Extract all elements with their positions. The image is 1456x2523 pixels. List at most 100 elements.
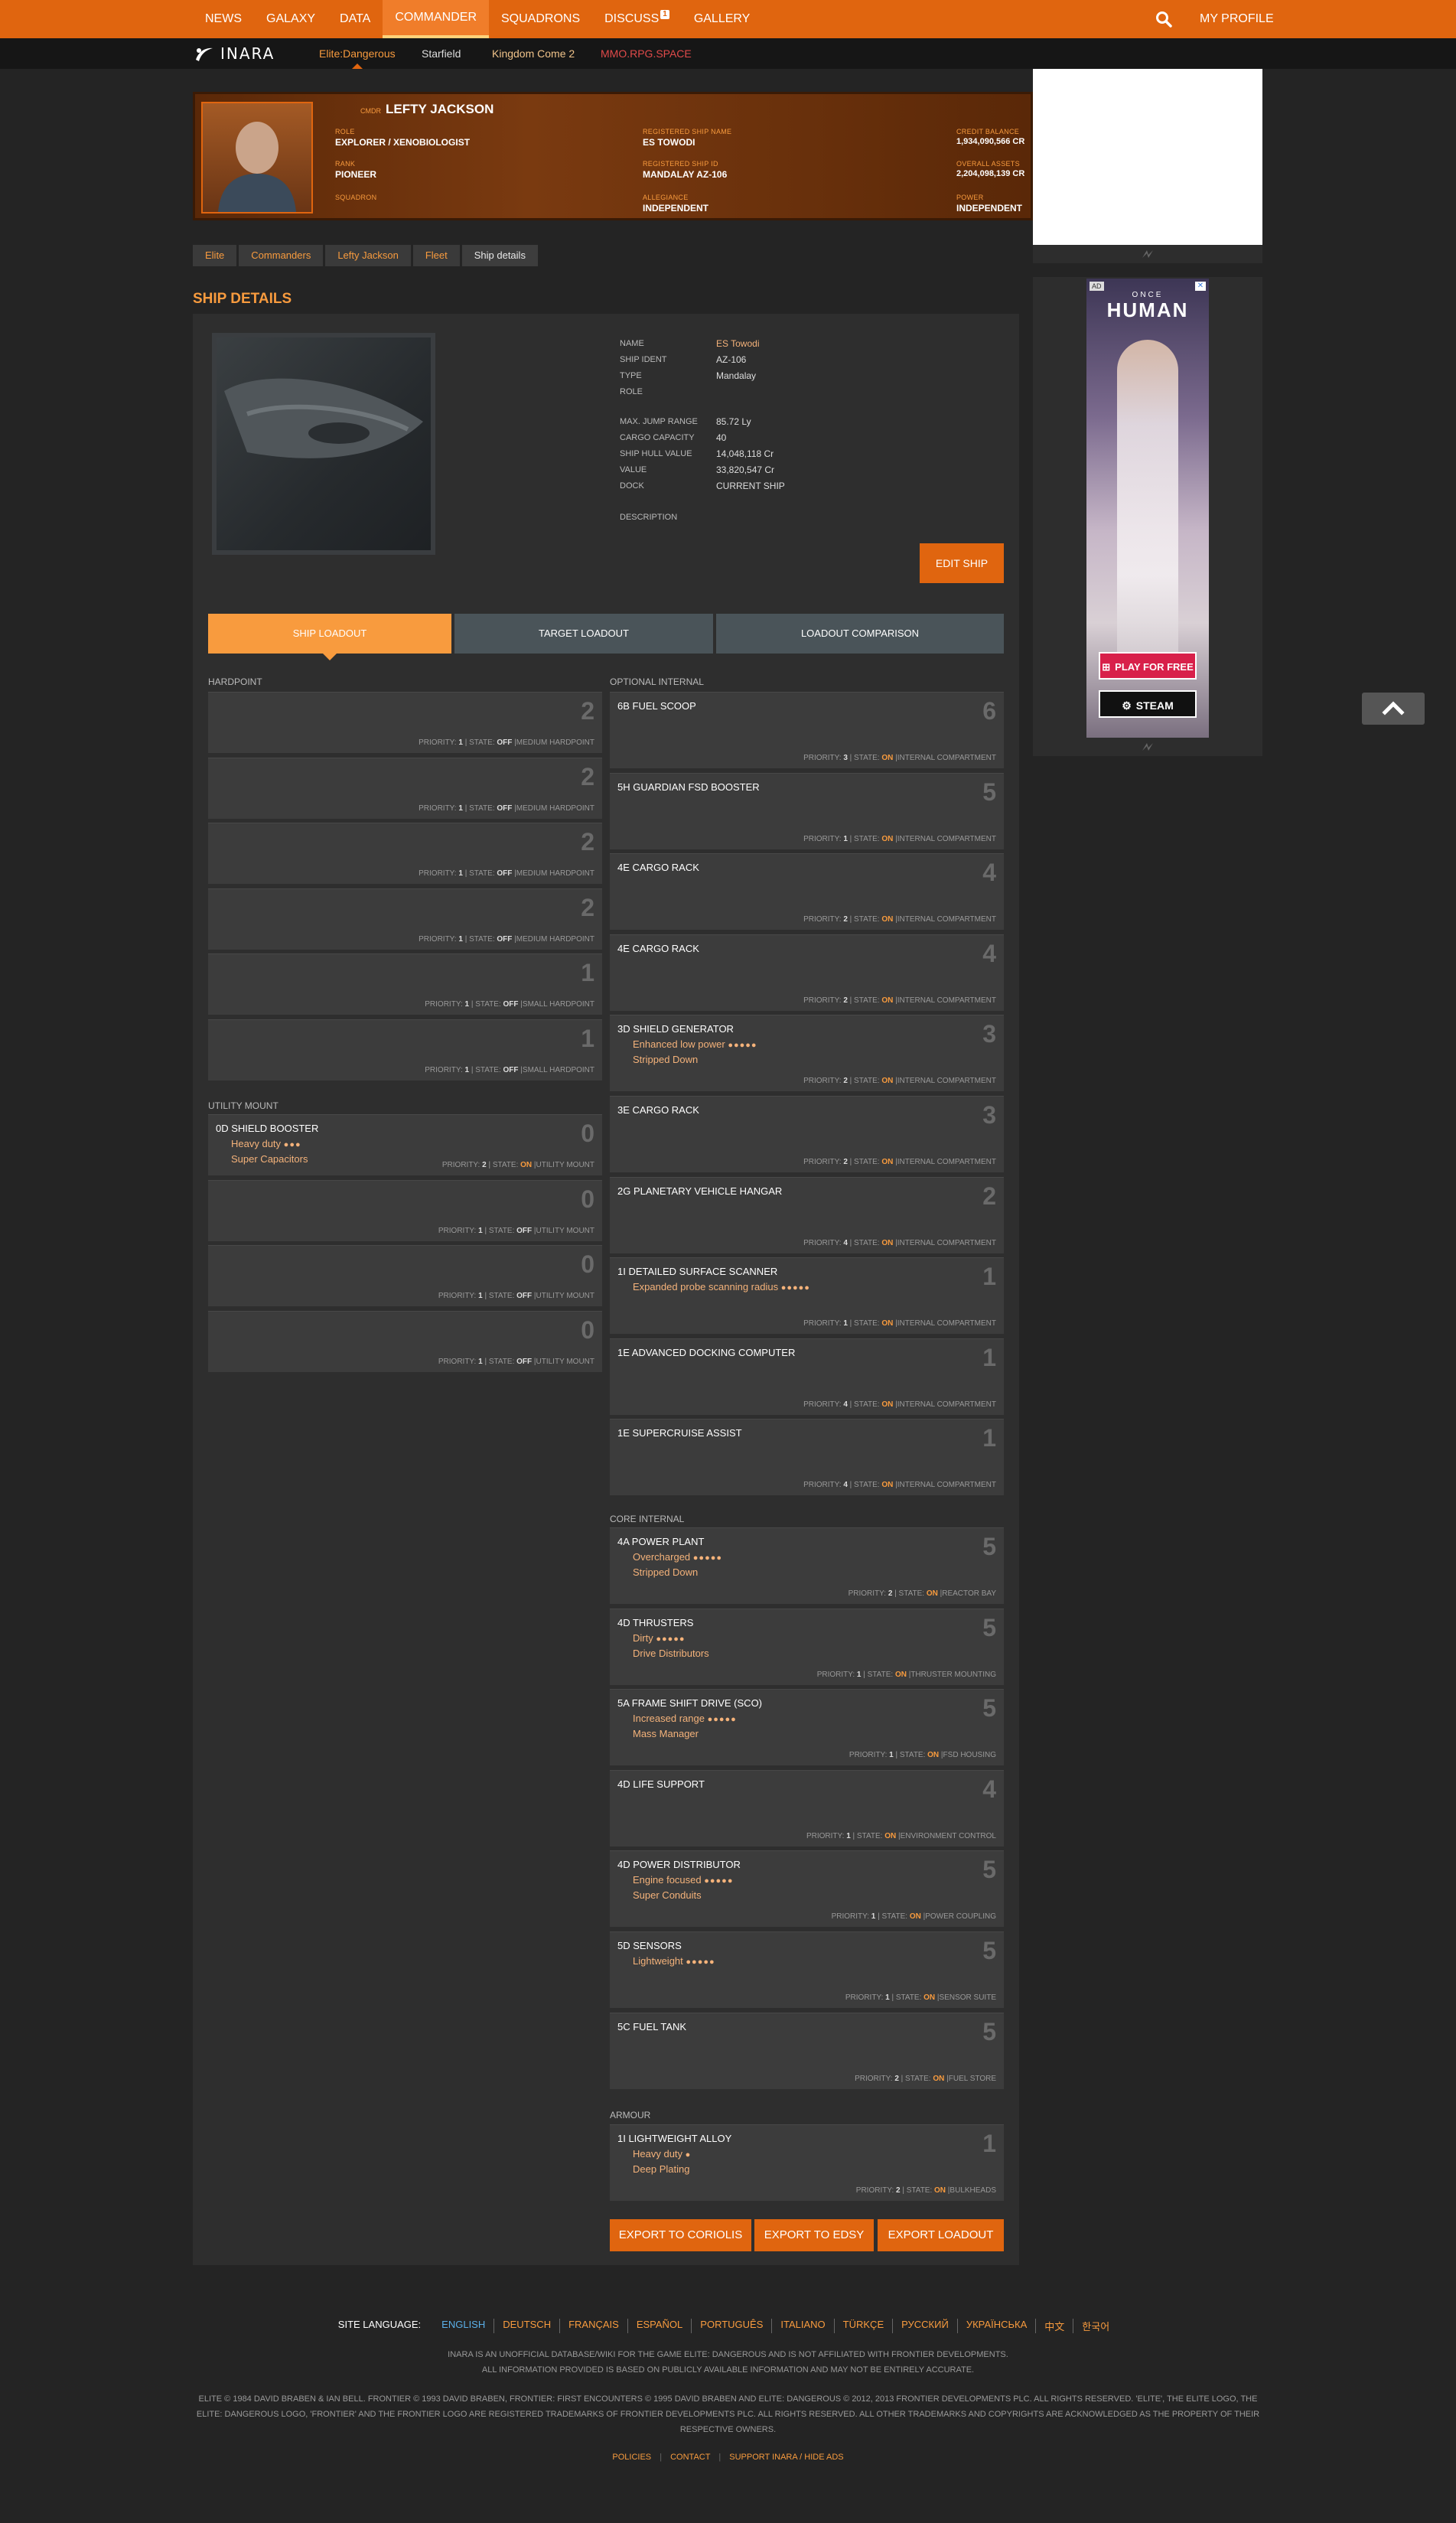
export-coriolis-button[interactable]: EXPORT TO CORIOLIS (610, 2219, 751, 2251)
ad-steam-button[interactable]: ⚙ STEAM (1099, 690, 1197, 718)
game-tab-elite[interactable]: Elite:Dangerous (319, 38, 396, 69)
hardpoints-slot[interactable]: 2 PRIORITY: 1 | STATE: OFF |MEDIUM HARDPO… (208, 757, 602, 819)
optional-slot[interactable]: 4E CARGO RACK 4 PRIORITY: 2 | STATE: ON |I… (610, 853, 1004, 931)
optional-slot[interactable]: 5H GUARDIAN FSD BOOSTER 5 PRIORITY: 1 | ST… (610, 772, 1004, 849)
ad-play-button[interactable]: ⊞ PLAY FOR FREE (1099, 652, 1197, 680)
breadcrumb-commander[interactable]: Lefty Jackson (325, 245, 411, 266)
footer-link-contact[interactable]: CONTACT (670, 2453, 710, 2462)
slot-size: 1 (982, 1263, 996, 1291)
language-option[interactable]: FRANÇAIS (559, 2319, 627, 2333)
armour-slot[interactable]: 1I LIGHTWEIGHT ALLOY 1 Heavy duty ● Deep Pl… (610, 2124, 1004, 2201)
optional-slot[interactable]: 4E CARGO RACK 4 PRIORITY: 2 | STATE: ON |I… (610, 934, 1004, 1011)
game-tab-kingdom-come[interactable]: Kingdom Come 2 (492, 38, 575, 69)
commander-name: CMDR LEFTY JACKSON (360, 102, 493, 117)
disclaimer: INARA IS AN UNOFFICIAL DATABASE/WIKI FOR… (0, 2347, 1456, 2378)
export-edsy-button[interactable]: EXPORT TO EDSY (754, 2219, 874, 2251)
priority-value: 1 (871, 1912, 876, 1922)
scroll-to-top-button[interactable] (1362, 693, 1425, 725)
hardpoints-slot[interactable]: 2 PRIORITY: 1 | STATE: OFF |MEDIUM HARDPO… (208, 888, 602, 950)
core-slot[interactable]: 4D THRUSTERS 5 Dirty ●●●●● Drive Distributo… (610, 1608, 1004, 1685)
core-slot[interactable]: 5A FRAME SHIFT DRIVE (SCO) 5 Increased ran… (610, 1689, 1004, 1766)
experimental-effect: Stripped Down (633, 1054, 699, 1066)
optional-slot[interactable]: 3D SHIELD GENERATOR 3 Enhanced low power ●… (610, 1015, 1004, 1092)
hardpoints-slot[interactable]: 2 PRIORITY: 1 | STATE: OFF |MEDIUM HARDPO… (208, 692, 602, 753)
commander-portrait[interactable] (201, 102, 313, 214)
language-option[interactable]: РУССКИЙ (892, 2319, 957, 2333)
ship-picture (224, 378, 423, 458)
core-slot[interactable]: 4D LIFE SUPPORT 4 PRIORITY: 1 | STATE: ON … (610, 1769, 1004, 1847)
nav-commander[interactable]: COMMANDER (383, 0, 489, 38)
game-tab-mmorpg[interactable]: MMO.RPG.SPACE (601, 38, 692, 69)
tab-ship-loadout[interactable]: SHIP LOADOUT (208, 614, 451, 660)
detail-label: CARGO CAPACITY (620, 433, 695, 442)
language-option[interactable]: ITALIANO (771, 2319, 833, 2333)
game-tab-starfield[interactable]: Starfield (422, 38, 461, 69)
optional-slot[interactable]: 1E SUPERCRUISE ASSIST 1 PRIORITY: 4 | STAT… (610, 1419, 1004, 1496)
utility-slot[interactable]: 0 PRIORITY: 1 | STATE: OFF |UTILITY MOUNT (208, 1245, 602, 1306)
language-option[interactable]: ESPAÑOL (627, 2319, 691, 2333)
module-name: 5D SENSORS (617, 1940, 682, 1951)
language-option[interactable]: УКРАЇНСЬКА (956, 2319, 1035, 2333)
hardpoints-slot[interactable]: 1 PRIORITY: 1 | STATE: OFF |SMALL HARDPOI… (208, 953, 602, 1015)
language-option[interactable]: TÜRKÇE (833, 2319, 892, 2333)
breadcrumb-elite[interactable]: Elite (193, 245, 237, 266)
language-option[interactable]: PORTUGUÊS (691, 2319, 771, 2333)
ad-creative[interactable]: AD ✕ ONCE HUMAN ⊞ PLAY FOR FREE ⚙ STEAM (1086, 279, 1209, 738)
language-option[interactable]: 中文 (1035, 2319, 1073, 2333)
nav-data[interactable]: DATA (327, 0, 383, 38)
tab-loadout-comparison[interactable]: LOADOUT COMPARISON (716, 614, 1004, 654)
nav-gallery[interactable]: GALLERY (682, 0, 763, 38)
language-option[interactable]: 한국어 (1073, 2319, 1118, 2333)
core-slot[interactable]: 4A POWER PLANT 5 Overcharged ●●●●● Stripped… (610, 1527, 1004, 1604)
nav-news[interactable]: NEWS (193, 0, 254, 38)
slot-size: 5 (982, 1694, 996, 1723)
detail-value: 85.72 Ly (716, 416, 751, 427)
optional-slot[interactable]: 3E CARGO RACK 3 PRIORITY: 2 | STATE: ON |I… (610, 1096, 1004, 1172)
search-icon[interactable] (1155, 10, 1173, 28)
breadcrumb-fleet[interactable]: Fleet (412, 245, 460, 266)
priority-value: 2 (888, 1589, 893, 1598)
inara-logo[interactable]: INARA (193, 44, 275, 63)
ad-close-icon[interactable]: ✕ (1195, 282, 1206, 291)
slot-size: 2 (581, 697, 594, 725)
edit-ship-button[interactable]: EDIT SHIP (920, 543, 1004, 583)
optional-slot[interactable]: 2G PLANETARY VEHICLE HANGAR 2 PRIORITY: 4 … (610, 1176, 1004, 1253)
hardpoints-slot[interactable]: 1 PRIORITY: 1 | STATE: OFF |SMALL HARDPOI… (208, 1019, 602, 1081)
optional-slot[interactable]: 1E ADVANCED DOCKING COMPUTER 1 PRIORITY: 4… (610, 1338, 1004, 1415)
breadcrumb-commanders[interactable]: Commanders (239, 245, 324, 266)
state-value: ON (881, 754, 894, 762)
section-optional: OPTIONAL INTERNAL (610, 676, 704, 687)
detail-value: Mandalay (716, 370, 757, 381)
ship-name-value[interactable]: ES TOWODI (643, 137, 695, 148)
language-option[interactable]: DEUTSCH (493, 2319, 559, 2333)
nav-squadrons[interactable]: SQUADRONS (489, 0, 592, 38)
utility-slot[interactable]: 0 PRIORITY: 1 | STATE: OFF |UTILITY MOUNT (208, 1310, 602, 1372)
ad-skyscraper[interactable]: AD ✕ ONCE HUMAN ⊞ PLAY FOR FREE ⚙ STEAM (1033, 277, 1262, 756)
utility-slot[interactable]: 0 PRIORITY: 1 | STATE: OFF |UTILITY MOUNT (208, 1179, 602, 1241)
core-slot[interactable]: 4D POWER DISTRIBUTOR 5 Engine focused ●●●●… (610, 1850, 1004, 1928)
export-loadout-button[interactable]: EXPORT LOADOUT (878, 2219, 1004, 2251)
footer-link-policies[interactable]: POLICIES (612, 2453, 651, 2462)
utility-slot[interactable]: 0D SHIELD BOOSTER 0 Heavy duty ●●● Super Ca… (208, 1114, 602, 1175)
nav-galaxy[interactable]: GALAXY (254, 0, 327, 38)
ship-image[interactable] (212, 333, 435, 555)
ad-banner-top[interactable] (1033, 69, 1262, 245)
blueprint-name: Heavy duty (633, 2148, 683, 2160)
ad-cta-label: PLAY FOR FREE (1115, 661, 1194, 673)
detail-value: ES Towodi (716, 338, 760, 349)
footer-link-support[interactable]: SUPPORT INARA / HIDE ADS (729, 2453, 843, 2462)
priority-value: 4 (843, 1400, 848, 1409)
hardpoints-slot[interactable]: 2 PRIORITY: 1 | STATE: OFF |MEDIUM HARDPO… (208, 823, 602, 884)
optional-slot[interactable]: 6B FUEL SCOOP 6 PRIORITY: 3 | STATE: ON |I… (610, 692, 1004, 768)
module-name: 4E CARGO RACK (617, 942, 699, 954)
language-option[interactable]: ENGLISH (433, 2319, 493, 2333)
tab-target-loadout[interactable]: TARGET LOADOUT (454, 614, 713, 654)
my-profile-link[interactable]: MY PROFILE (1200, 0, 1274, 38)
core-slot[interactable]: 5C FUEL TANK 5 PRIORITY: 2 | STATE: ON |FU… (610, 2012, 1004, 2089)
nav-discuss[interactable]: DISCUSS 1 (592, 0, 682, 38)
assets-label: OVERALL ASSETS (956, 160, 1020, 168)
optional-slot[interactable]: 1I DETAILED SURFACE SCANNER 1 Expanded pro… (610, 1257, 1004, 1335)
priority-value: 1 (885, 1993, 890, 2002)
core-slot[interactable]: 5D SENSORS 5 Lightweight ●●●●● PRIORITY: 1 … (610, 1931, 1004, 2008)
blueprint-name: Expanded probe scanning radius (633, 1281, 779, 1293)
